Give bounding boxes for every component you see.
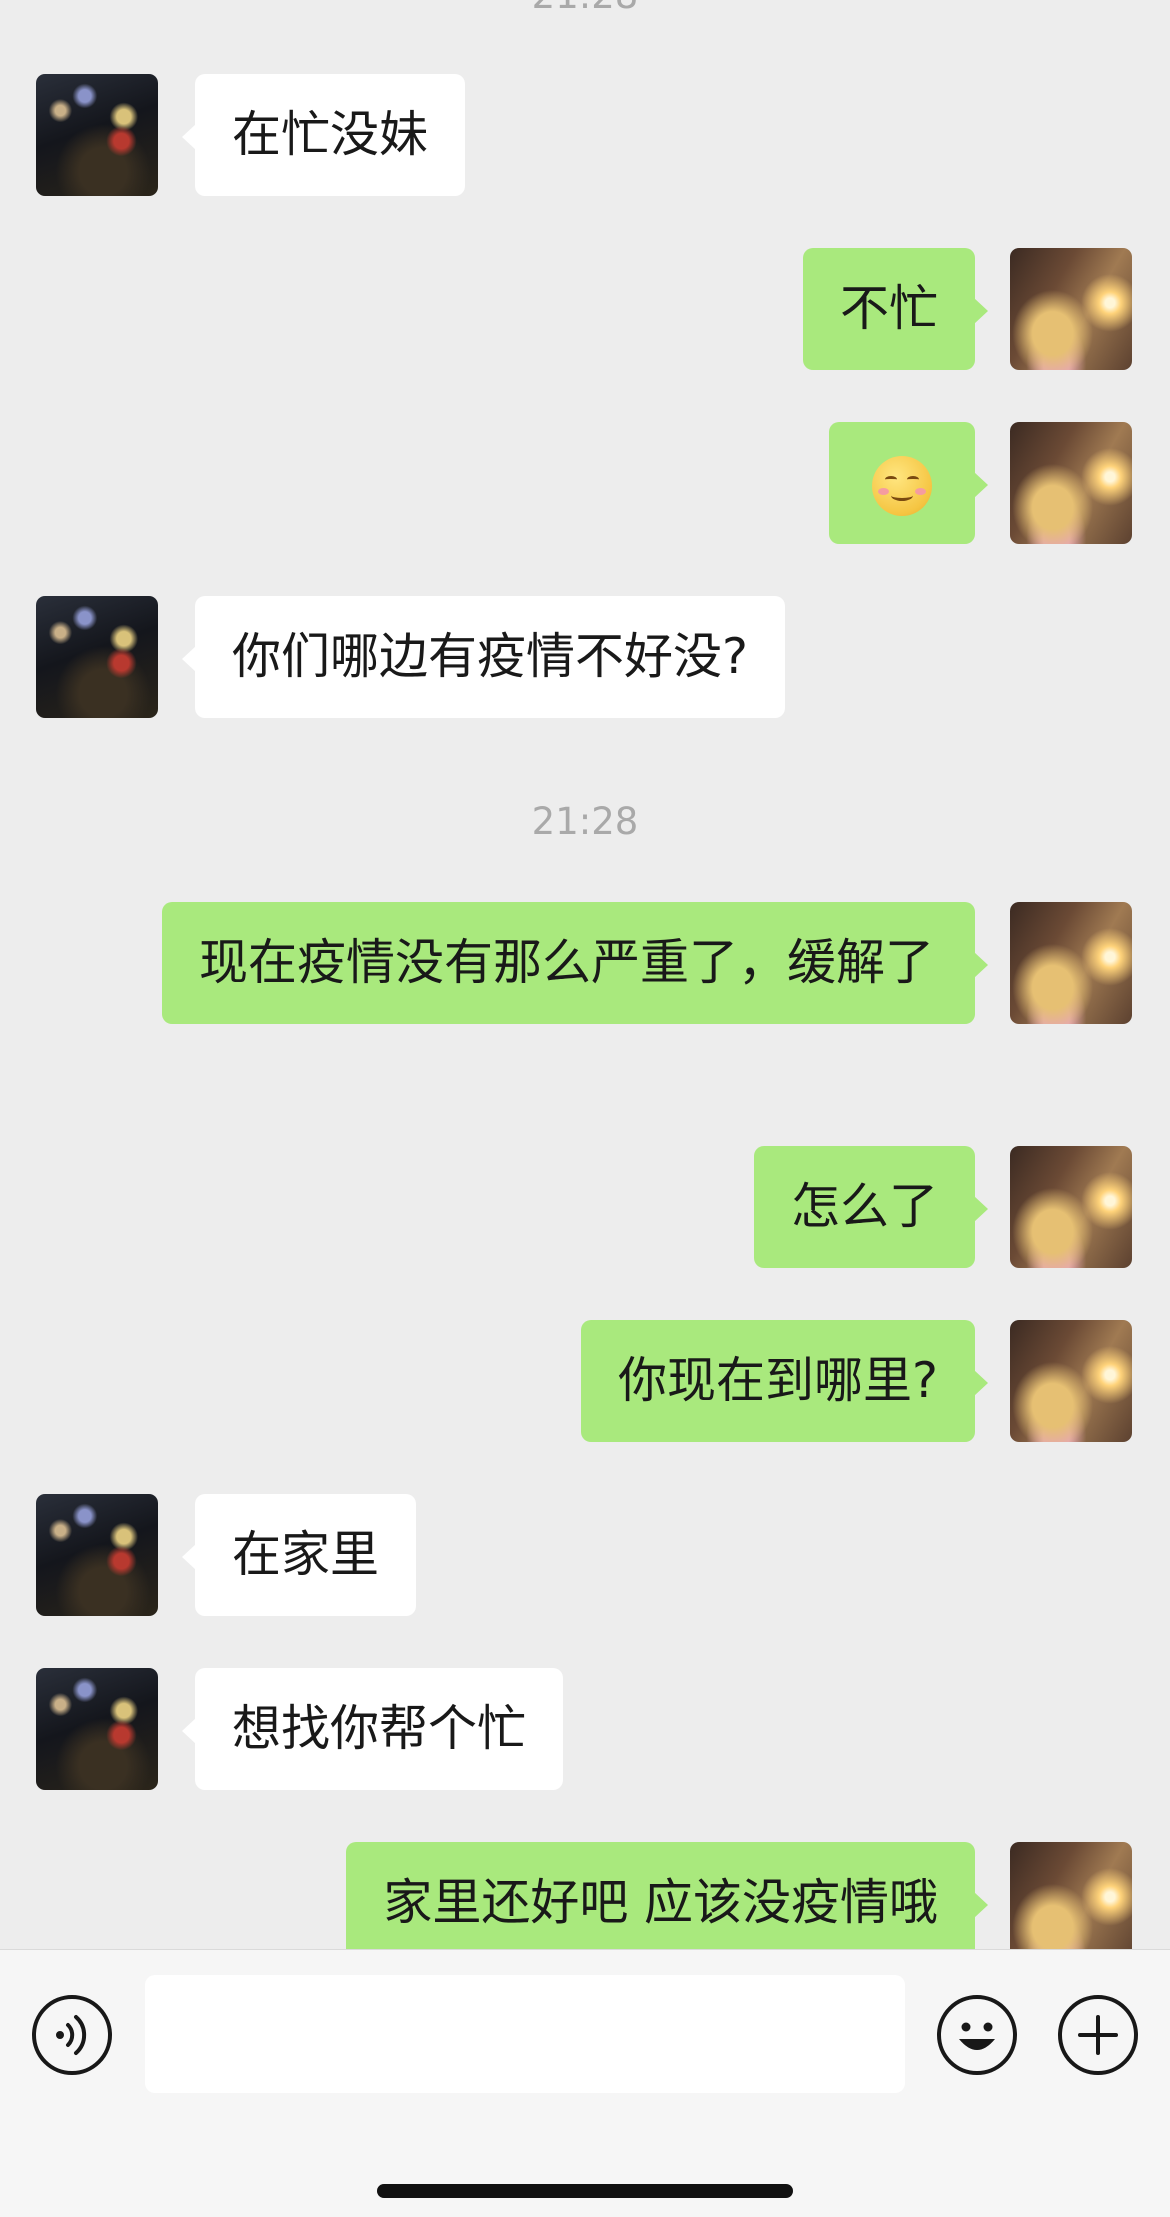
emoji-button[interactable] xyxy=(937,1995,1017,2075)
contact-avatar[interactable] xyxy=(36,596,158,718)
my-avatar[interactable] xyxy=(1010,902,1132,1024)
home-indicator[interactable] xyxy=(377,2184,793,2198)
message-bubble-received[interactable]: 在家里 xyxy=(181,1494,417,1616)
message-bubble-sent[interactable]: 现在疫情没有那么严重了，缓解了 xyxy=(162,902,988,1024)
message-bubble-received[interactable]: 在忙没妹 xyxy=(181,74,466,196)
contact-avatar[interactable] xyxy=(36,74,158,196)
my-avatar[interactable] xyxy=(1010,1842,1132,1949)
voice-button[interactable] xyxy=(32,1995,112,2075)
message-bubble-sent[interactable]: 怎么了 xyxy=(753,1146,989,1268)
chat-area[interactable]: 21:28 在忙没妹 不忙 你们哪边有疫情不好没? 21:28 现在疫情没有那么… xyxy=(0,0,1170,1949)
smiling-face-emoji-icon xyxy=(872,455,932,516)
message-bubble-sent[interactable] xyxy=(829,422,988,544)
my-avatar[interactable] xyxy=(1010,248,1132,370)
timestamp: 21:28 xyxy=(0,0,1170,18)
contact-avatar[interactable] xyxy=(36,1494,158,1616)
emoji-icon xyxy=(959,2022,995,2050)
message-bubble-sent[interactable]: 家里还好吧 应该没疫情哦 xyxy=(346,1842,988,1949)
my-avatar[interactable] xyxy=(1010,422,1132,544)
voice-icon xyxy=(56,2015,87,2055)
my-avatar[interactable] xyxy=(1010,1320,1132,1442)
my-avatar[interactable] xyxy=(1010,1146,1132,1268)
plus-icon xyxy=(1078,2015,1118,2055)
timestamp: 21:28 xyxy=(531,800,639,843)
contact-avatar[interactable] xyxy=(36,1668,158,1790)
input-bar xyxy=(0,1949,1170,2217)
add-button[interactable] xyxy=(1058,1995,1138,2075)
message-input[interactable] xyxy=(145,1975,905,2093)
message-bubble-sent[interactable]: 你现在到哪里? xyxy=(580,1320,989,1442)
message-bubble-sent[interactable]: 不忙 xyxy=(802,248,989,370)
message-bubble-received[interactable]: 想找你帮个忙 xyxy=(181,1668,564,1790)
message-bubble-received[interactable]: 你们哪边有疫情不好没? xyxy=(181,596,786,718)
